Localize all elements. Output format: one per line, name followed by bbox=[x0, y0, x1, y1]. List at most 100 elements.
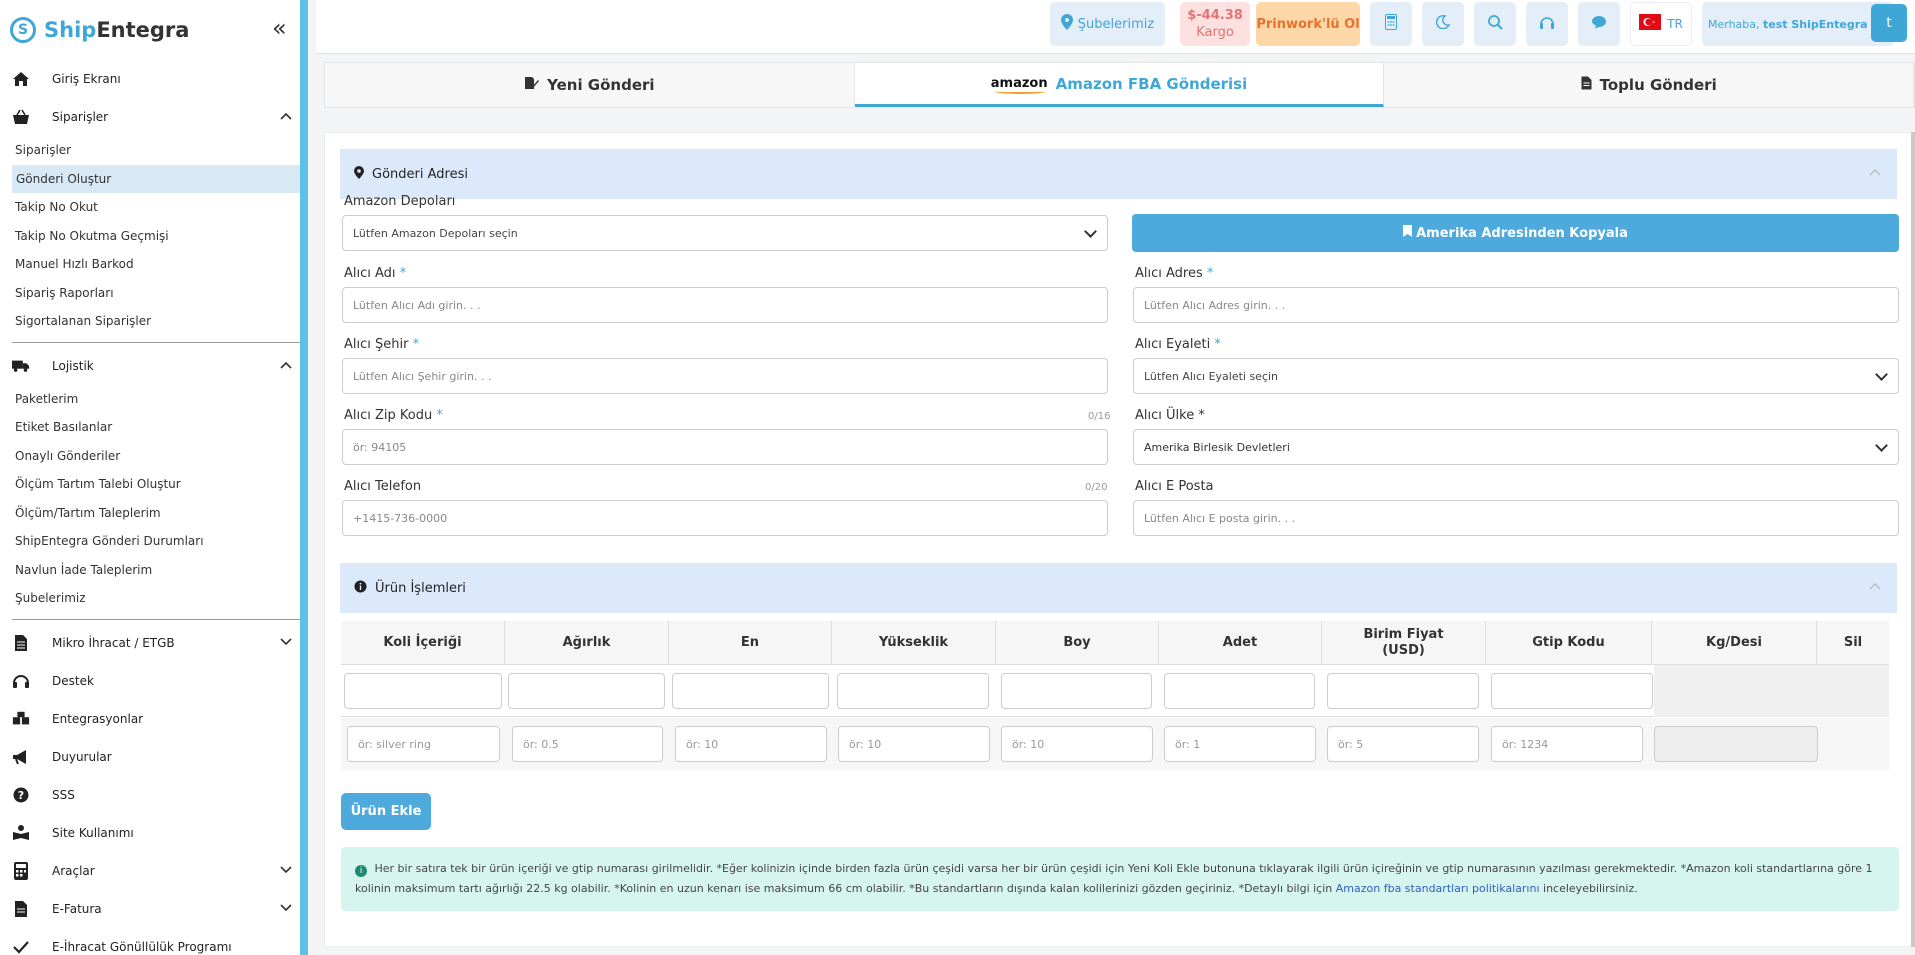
tab-bulk-shipment[interactable]: Toplu Gönderi bbox=[1384, 63, 1915, 107]
recipient-phone-input[interactable]: +1415-736-0000 bbox=[342, 500, 1108, 536]
add-product-button[interactable]: Ürün Ekle bbox=[341, 793, 431, 830]
calculator-button[interactable] bbox=[1370, 2, 1412, 46]
tab-amazon-fba[interactable]: amazon Amazon FBA Gönderisi bbox=[854, 63, 1385, 107]
length-input[interactable]: ör: 10 bbox=[1001, 726, 1153, 762]
prinwork-button[interactable]: Prinwork'lü Ol bbox=[1256, 2, 1360, 46]
quantity-input[interactable]: ör: 1 bbox=[1164, 726, 1316, 762]
sidebar-sub-measure-request[interactable]: Ölçüm Tartım Talebi Oluştur bbox=[0, 470, 300, 499]
recipient-address-label: Alıcı Adres * bbox=[1135, 266, 1213, 281]
required-mark: * bbox=[399, 266, 407, 281]
sidebar-item-label: Destek bbox=[52, 673, 94, 688]
sidebar-sub-approved-shipments[interactable]: Onaylı Gönderiler bbox=[0, 442, 300, 471]
dark-mode-button[interactable] bbox=[1422, 2, 1464, 46]
product-section-header[interactable]: Ürün İşlemleri bbox=[340, 563, 1897, 613]
sidebar-sub-freight-returns[interactable]: Navlun İade Taleplerim bbox=[0, 556, 300, 585]
chevron-up-icon bbox=[280, 109, 292, 123]
amazon-depots-select[interactable]: Lütfen Amazon Depoları seçin bbox=[342, 215, 1108, 251]
width-input[interactable]: ör: 10 bbox=[675, 726, 827, 762]
sidebar-item-site-usage[interactable]: Site Kullanımı bbox=[0, 814, 300, 852]
sidebar-sub-create-shipment[interactable]: Gönderi Oluştur bbox=[12, 164, 300, 193]
sidebar-item-label: Lojistik bbox=[52, 358, 94, 373]
info-icon: i bbox=[355, 865, 367, 877]
sidebar-sub-branches[interactable]: Şubelerimiz bbox=[0, 584, 300, 613]
sidebar-sub-printed-labels[interactable]: Etiket Basılanlar bbox=[0, 413, 300, 442]
brand-part1: Ship bbox=[44, 18, 97, 42]
row-input[interactable] bbox=[1491, 673, 1653, 709]
chevron-up-icon bbox=[280, 358, 292, 372]
sidebar-item-integrations[interactable]: Entegrasyonlar bbox=[0, 700, 300, 738]
row-input[interactable] bbox=[1327, 673, 1479, 709]
sidebar-sub-scan-history[interactable]: Takip No Okutma Geçmişi bbox=[0, 222, 300, 251]
balance-badge[interactable]: $-44.38 Kargo bbox=[1180, 2, 1250, 46]
label-text: Alıcı Eyaleti bbox=[1135, 337, 1211, 352]
required-mark: * bbox=[436, 408, 443, 423]
sidebar-sub-order-reports[interactable]: Sipariş Raporları bbox=[0, 279, 300, 308]
search-button[interactable] bbox=[1474, 2, 1516, 46]
row-input[interactable] bbox=[837, 673, 989, 709]
support-button[interactable] bbox=[1526, 2, 1568, 46]
map-marker-icon bbox=[354, 165, 364, 183]
recipient-name-input[interactable]: Lütfen Alıcı Adı girin. . . bbox=[342, 287, 1108, 323]
sidebar-item-announcements[interactable]: Duyurular bbox=[0, 738, 300, 776]
sidebar-sub-measure-requests[interactable]: Ölçüm/Tartım Taleplerim bbox=[0, 499, 300, 528]
box-content-input[interactable]: ör: silver ring bbox=[347, 726, 500, 762]
unit-price-input[interactable]: ör: 5 bbox=[1327, 726, 1479, 762]
height-input[interactable]: ör: 10 bbox=[838, 726, 990, 762]
recipient-state-label: Alıcı Eyaleti * bbox=[1135, 337, 1221, 352]
sidebar-item-label: Duyurular bbox=[52, 749, 112, 764]
brand[interactable]: S ShipEntegra bbox=[0, 0, 300, 60]
page-scrollbar[interactable] bbox=[1911, 132, 1915, 947]
sidebar-divider bbox=[12, 341, 300, 343]
weight-input[interactable]: ör: 0.5 bbox=[512, 726, 663, 762]
sidebar-item-einvoice[interactable]: E-Fatura bbox=[0, 890, 300, 928]
row-input[interactable] bbox=[1164, 673, 1315, 709]
copy-us-address-button[interactable]: Amerika Adresinden Kopyala bbox=[1132, 214, 1899, 252]
topbar: Şubelerimiz $-44.38 Kargo Prinwork'lü Ol… bbox=[316, 0, 1915, 54]
megaphone-icon bbox=[12, 748, 30, 766]
sidebar-sub-packages[interactable]: Paketlerim bbox=[0, 385, 300, 414]
address-section-header[interactable]: Gönderi Adresi bbox=[340, 149, 1897, 199]
row-input[interactable] bbox=[508, 673, 665, 709]
row-input[interactable] bbox=[344, 673, 502, 709]
sidebar-sub-orders[interactable]: Siparişler bbox=[0, 136, 300, 165]
sidebar-item-micro-export[interactable]: Mikro İhracat / ETGB bbox=[0, 624, 300, 662]
product-table-header: Koli İçeriği Ağırlık En Yükseklik Boy Ad… bbox=[341, 621, 1889, 665]
row-input[interactable] bbox=[672, 673, 829, 709]
sidebar-sub-manual-barcode[interactable]: Manuel Hızlı Barkod bbox=[0, 250, 300, 279]
sidebar-item-home[interactable]: Giriş Ekranı bbox=[0, 60, 300, 98]
sidebar-item-orders[interactable]: Siparişler bbox=[0, 98, 300, 136]
required-mark: * bbox=[412, 337, 420, 352]
sidebar-sub-insured-orders[interactable]: Sigortalanan Siparişler bbox=[0, 307, 300, 336]
branches-label: Şubelerimiz bbox=[1077, 16, 1155, 32]
sidebar-item-logistics[interactable]: Lojistik bbox=[0, 347, 300, 385]
avatar[interactable]: t bbox=[1871, 4, 1907, 42]
chat-button[interactable] bbox=[1578, 2, 1620, 46]
recipient-city-input[interactable]: Lütfen Alıcı Şehir girin. . . bbox=[342, 358, 1108, 394]
gtip-input[interactable]: ör: 1234 bbox=[1491, 726, 1643, 762]
branches-button[interactable]: Şubelerimiz bbox=[1050, 2, 1165, 46]
sidebar: S ShipEntegra « Giriş Ekranı Siparişler … bbox=[0, 0, 308, 955]
label-text: Alıcı Adı bbox=[344, 266, 396, 281]
recipient-country-select[interactable]: Amerika Birlesik Devletleri bbox=[1133, 429, 1899, 465]
basket-icon bbox=[12, 108, 30, 126]
amazon-fba-policy-link[interactable]: Amazon fba standartları politikalarını bbox=[1336, 882, 1540, 895]
row-input[interactable] bbox=[1001, 673, 1152, 709]
sidebar-item-volunteer[interactable]: E-İhracat Gönüllülük Programı bbox=[0, 928, 300, 955]
recipient-state-select[interactable]: Lütfen Alıcı Eyaleti seçin bbox=[1133, 358, 1899, 394]
recipient-zip-input[interactable]: ör: 94105 bbox=[342, 429, 1108, 465]
sidebar-item-faq[interactable]: ? SSS bbox=[0, 776, 300, 814]
sidebar-item-tools[interactable]: Araçlar bbox=[0, 852, 300, 890]
recipient-address-input[interactable]: Lütfen Alıcı Adres girin. . . bbox=[1133, 287, 1899, 323]
user-menu[interactable]: Merhaba, test ShipEntegra bbox=[1702, 2, 1894, 46]
sidebar-sub-shipment-statuses[interactable]: ShipEntegra Gönderi Durumları bbox=[0, 527, 300, 556]
recipient-email-input[interactable]: Lütfen Alıcı E posta girin. . . bbox=[1133, 500, 1899, 536]
section-title: Ürün İşlemleri bbox=[375, 580, 466, 596]
balance-value: $-44.38 bbox=[1187, 8, 1243, 23]
language-selector[interactable]: TR bbox=[1630, 2, 1692, 46]
col-height: Yükseklik bbox=[832, 621, 996, 664]
question-icon: ? bbox=[12, 786, 30, 804]
sidebar-item-support[interactable]: Destek bbox=[0, 662, 300, 700]
tab-new-shipment[interactable]: Yeni Gönderi bbox=[325, 63, 855, 107]
sidebar-collapse-icon[interactable]: « bbox=[272, 14, 286, 42]
sidebar-sub-scan-tracking[interactable]: Takip No Okut bbox=[0, 193, 300, 222]
